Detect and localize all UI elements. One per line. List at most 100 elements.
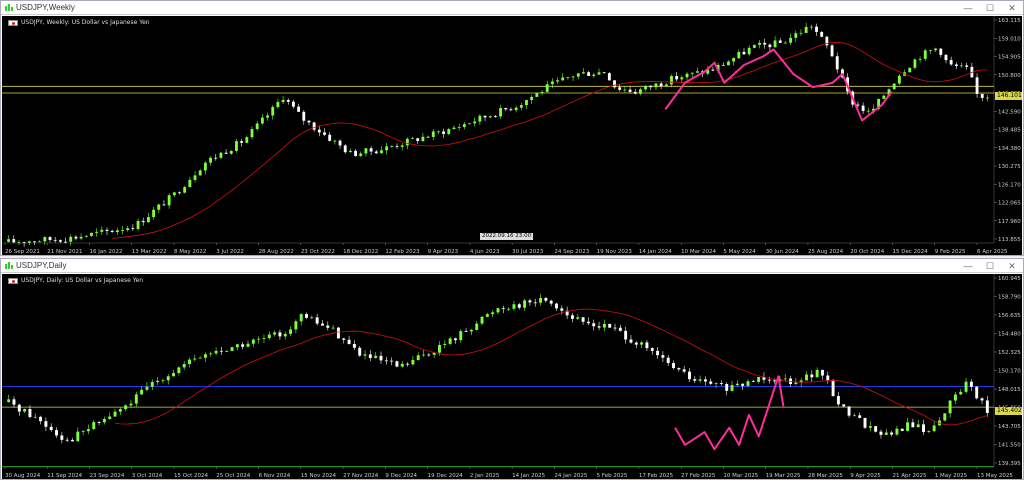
candle-body xyxy=(561,77,565,81)
candle-body xyxy=(980,93,984,98)
daily-chart-window[interactable]: USDJPY,Daily — ☐ ✕ USDJPY, Daily: US Dol… xyxy=(0,258,1024,480)
daily-window-title: USDJPY,Daily xyxy=(16,261,67,270)
candle-body xyxy=(302,111,306,121)
candle-body xyxy=(810,374,814,378)
minimize-button[interactable]: — xyxy=(957,1,979,15)
candle-body xyxy=(592,323,596,327)
time-tick-label: 30 Jun 2024 xyxy=(766,249,800,255)
candle-body xyxy=(592,74,596,76)
candle-body xyxy=(975,77,979,94)
candle-body xyxy=(100,229,104,232)
candle-body xyxy=(390,360,394,362)
candle-body xyxy=(33,241,36,243)
candle-body xyxy=(654,83,658,88)
weekly-title-bar[interactable]: USDJPY,Weekly — ☐ ✕ xyxy=(1,1,1023,15)
candle-body xyxy=(136,220,140,229)
candle-body xyxy=(934,48,938,51)
candle-body xyxy=(820,31,824,37)
time-tick-label: 10 Mar 2024 xyxy=(681,249,716,255)
candle-body xyxy=(980,398,984,401)
candle-body xyxy=(656,350,660,356)
candle-body xyxy=(267,334,271,339)
maximize-button[interactable]: ☐ xyxy=(979,259,1001,273)
candle-body xyxy=(923,50,927,59)
candle-body xyxy=(866,110,870,112)
candle-body xyxy=(540,91,544,93)
candle-body xyxy=(411,360,415,365)
candle-body xyxy=(794,382,798,384)
maximize-button[interactable]: ☐ xyxy=(979,1,1001,15)
candle-body xyxy=(310,317,314,319)
minimize-button[interactable]: — xyxy=(957,259,979,273)
candle-body xyxy=(459,331,463,341)
candle-body xyxy=(582,72,585,74)
candle-body xyxy=(908,67,912,73)
candle-body xyxy=(721,64,725,66)
candle-body xyxy=(985,97,989,99)
time-tick-label: 3 Jul 2022 xyxy=(216,249,244,255)
candle-body xyxy=(49,426,53,431)
candle-body xyxy=(519,105,523,108)
candle-body xyxy=(649,85,653,88)
price-tick-label: 163.115 xyxy=(998,18,1021,24)
candle-body xyxy=(7,399,11,403)
candle-body xyxy=(468,123,471,125)
candle-body xyxy=(251,339,255,344)
candle-body xyxy=(711,69,715,71)
candle-body xyxy=(623,89,627,91)
candle-body xyxy=(333,140,337,142)
candle-body xyxy=(299,314,303,322)
time-tick-label: 15 Dec 2024 xyxy=(892,249,928,255)
candle-body xyxy=(523,300,527,308)
crosshair-time-box: 2022.09.16 23:00 xyxy=(480,233,534,240)
daily-title-bar[interactable]: USDJPY,Daily — ☐ ✕ xyxy=(1,259,1023,273)
candle-body xyxy=(145,386,149,390)
candle-body xyxy=(504,108,508,110)
candle-body xyxy=(571,315,574,319)
candle-body xyxy=(737,51,741,59)
candle-body xyxy=(28,409,32,418)
candle-body xyxy=(368,354,372,358)
candle-body xyxy=(214,350,218,354)
candle-body xyxy=(512,304,516,309)
weekly-chart-area[interactable]: USDJPY, Weekly: US Dollar vs Japanese Ye… xyxy=(2,16,1022,255)
time-tick-label: 23 Sep 2024 xyxy=(90,473,125,479)
candle-body xyxy=(203,162,207,171)
candle-body xyxy=(911,422,915,428)
candle-body xyxy=(836,396,840,405)
candle-body xyxy=(219,350,223,352)
candle-body xyxy=(587,72,591,76)
candle-body xyxy=(725,383,729,391)
close-button[interactable]: ✕ xyxy=(1001,259,1023,273)
candle-body xyxy=(245,137,249,143)
price-tick-label: 159.010 xyxy=(998,36,1021,42)
candle-body xyxy=(709,381,713,384)
candle-body xyxy=(214,157,218,159)
candle-body xyxy=(882,95,886,99)
candle-body xyxy=(38,241,42,243)
candle-body xyxy=(64,241,67,243)
candle-body xyxy=(86,429,90,432)
current-price-tag: 146.101 xyxy=(995,91,1022,100)
candle-body xyxy=(672,363,675,369)
candle-body xyxy=(374,151,378,154)
candle-body xyxy=(682,369,686,372)
candle-body xyxy=(535,92,539,97)
candle-body xyxy=(483,115,487,118)
candle-body xyxy=(250,129,254,138)
daily-chart-area[interactable]: USDJPY, Daily: US Dollar vs Japanese Yen… xyxy=(2,274,1022,479)
candle-body xyxy=(178,192,181,194)
candle-body xyxy=(638,89,642,94)
candle-body xyxy=(65,439,69,441)
candle-body xyxy=(633,91,637,94)
candle-body xyxy=(677,368,681,370)
close-button[interactable]: ✕ xyxy=(1001,1,1023,15)
candle-body xyxy=(895,428,899,435)
candle-body xyxy=(421,136,425,141)
candle-body xyxy=(555,303,558,309)
candle-body xyxy=(628,89,632,92)
weekly-chart-window[interactable]: USDJPY,Weekly — ☐ ✕ USDJPY, Weekly: US D… xyxy=(0,0,1024,256)
candle-body xyxy=(240,141,244,143)
candle-body xyxy=(121,230,124,231)
candle-body xyxy=(43,237,47,242)
